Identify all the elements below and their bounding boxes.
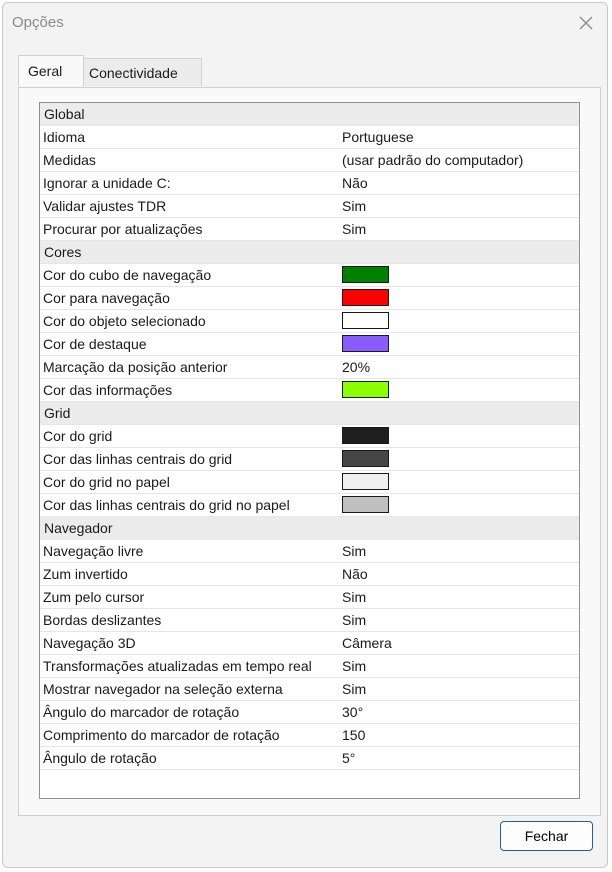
fechar-button[interactable]: Fechar xyxy=(500,821,593,851)
property-value[interactable]: 150 xyxy=(342,727,365,743)
property-section-header: Grid xyxy=(40,402,579,425)
color-swatch[interactable] xyxy=(342,473,389,490)
property-label: Zum invertido xyxy=(43,566,128,582)
property-value[interactable]: Sim xyxy=(342,543,366,559)
property-label: Marcação da posição anterior xyxy=(43,359,228,375)
property-label: Cor do cubo de navegação xyxy=(43,267,212,283)
property-label: Cor das linhas centrais do grid xyxy=(43,451,233,467)
property-label: Navegação livre xyxy=(43,543,144,559)
color-swatch[interactable] xyxy=(342,312,389,329)
property-label: Cor de destaque xyxy=(43,336,147,352)
property-label: Transformações atualizadas em tempo real xyxy=(43,658,312,674)
property-row[interactable]: Cor das linhas centrais do grid xyxy=(40,448,579,471)
property-value[interactable]: Sim xyxy=(342,612,366,628)
property-value[interactable]: Portuguese xyxy=(342,129,414,145)
section-label: Navegador xyxy=(44,520,113,536)
property-row[interactable]: Navegação livre Sim xyxy=(40,540,579,563)
tab-conectividade[interactable]: Conectividade xyxy=(84,58,202,86)
property-label: Cor das informações xyxy=(43,382,173,398)
property-row[interactable]: Cor do cubo de navegação xyxy=(40,264,579,287)
property-row[interactable]: Cor do objeto selecionado xyxy=(40,310,579,333)
property-row[interactable]: Idioma Portuguese xyxy=(40,126,579,149)
property-grid[interactable]: Global Idioma Portuguese Medidas (usar padrã… xyxy=(39,102,580,799)
title-bar: Opções xyxy=(3,3,607,43)
color-swatch[interactable] xyxy=(342,289,389,306)
color-swatch[interactable] xyxy=(342,496,389,513)
property-row[interactable]: Cor de destaque xyxy=(40,333,579,356)
color-swatch[interactable] xyxy=(342,335,389,352)
property-row[interactable]: Validar ajustes TDR Sim xyxy=(40,195,579,218)
property-label: Cor para navegação xyxy=(43,290,170,306)
property-label: Cor do objeto selecionado xyxy=(43,313,206,329)
property-row[interactable]: Zum pelo cursor Sim xyxy=(40,586,579,609)
close-button[interactable] xyxy=(571,9,601,37)
property-label: Bordas deslizantes xyxy=(43,612,162,628)
property-label: Ignorar a unidade C: xyxy=(43,175,171,191)
color-swatch[interactable] xyxy=(342,450,389,467)
property-row[interactable]: Cor para navegação xyxy=(40,287,579,310)
property-row[interactable]: Cor das linhas centrais do grid no papel xyxy=(40,494,579,517)
property-value[interactable]: Não xyxy=(342,175,368,191)
property-label: Cor do grid no papel xyxy=(43,474,170,490)
property-value[interactable]: Não xyxy=(342,566,368,582)
property-value[interactable]: Sim xyxy=(342,589,366,605)
property-value[interactable]: 5° xyxy=(342,750,355,766)
property-row[interactable]: Navegação 3D Câmera xyxy=(40,632,579,655)
property-row[interactable]: Transformações atualizadas em tempo real… xyxy=(40,655,579,678)
property-value[interactable]: Sim xyxy=(342,658,366,674)
section-label: Grid xyxy=(44,405,71,421)
property-label: Ângulo do marcador de rotação xyxy=(43,704,240,720)
options-dialog: Opções Geral Conectividade Global Idioma P… xyxy=(2,2,608,868)
property-label: Idioma xyxy=(43,129,86,145)
property-row[interactable]: Ângulo de rotação 5° xyxy=(40,747,579,770)
property-row[interactable]: Ignorar a unidade C: Não xyxy=(40,172,579,195)
property-value[interactable]: 30° xyxy=(342,704,363,720)
property-value[interactable]: Câmera xyxy=(342,635,392,651)
color-swatch[interactable] xyxy=(342,427,389,444)
property-section-header: Cores xyxy=(40,241,579,264)
property-row[interactable]: Procurar por atualizações Sim xyxy=(40,218,579,241)
property-section-header: Navegador xyxy=(40,517,579,540)
section-label: Cores xyxy=(44,244,82,260)
property-label: Validar ajustes TDR xyxy=(43,198,167,214)
property-row[interactable]: Comprimento do marcador de rotação 150 xyxy=(40,724,579,747)
property-value[interactable]: Sim xyxy=(342,681,366,697)
color-swatch[interactable] xyxy=(342,266,389,283)
property-row[interactable]: Cor do grid xyxy=(40,425,579,448)
close-icon xyxy=(579,16,593,30)
tab-panel-geral: Global Idioma Portuguese Medidas (usar padrã… xyxy=(18,87,601,816)
dialog-title: Opções xyxy=(12,14,64,31)
property-row[interactable]: Bordas deslizantes Sim xyxy=(40,609,579,632)
color-swatch[interactable] xyxy=(342,381,389,398)
property-label: Cor das linhas centrais do grid no papel xyxy=(43,497,290,513)
property-value[interactable]: 20% xyxy=(342,359,370,375)
property-row[interactable]: Medidas (usar padrão do computador) xyxy=(40,149,579,172)
property-value[interactable]: Sim xyxy=(342,221,366,237)
property-label: Comprimento do marcador de rotação xyxy=(43,727,280,743)
property-label: Zum pelo cursor xyxy=(43,589,145,605)
section-label: Global xyxy=(44,106,85,122)
tab-geral[interactable]: Geral xyxy=(18,55,84,86)
property-label: Ângulo de rotação xyxy=(43,750,157,766)
property-row[interactable]: Zum invertido Não xyxy=(40,563,579,586)
property-value[interactable]: (usar padrão do computador) xyxy=(342,152,523,168)
property-row[interactable]: Mostrar navegador na seleção externa Sim xyxy=(40,678,579,701)
property-row[interactable]: Marcação da posição anterior 20% xyxy=(40,356,579,379)
property-value[interactable]: Sim xyxy=(342,198,366,214)
property-label: Navegação 3D xyxy=(43,635,136,651)
property-label: Procurar por atualizações xyxy=(43,221,203,237)
property-section-header: Global xyxy=(40,103,579,126)
property-label: Mostrar navegador na seleção externa xyxy=(43,681,283,697)
property-row[interactable]: Cor das informações xyxy=(40,379,579,402)
property-row[interactable]: Cor do grid no papel xyxy=(40,471,579,494)
property-row[interactable]: Ângulo do marcador de rotação 30° xyxy=(40,701,579,724)
property-label: Cor do grid xyxy=(43,428,113,444)
property-label: Medidas xyxy=(43,152,96,168)
